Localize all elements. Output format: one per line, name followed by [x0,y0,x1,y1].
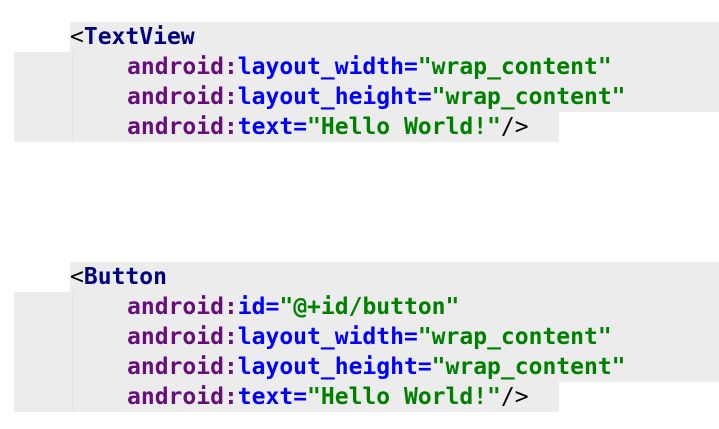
attribute-value: "wrap_content" [417,324,612,350]
attribute-colon: : [223,294,238,320]
attribute-equals: = [403,54,418,80]
attribute-value: "wrap_content" [431,354,626,380]
attribute-namespace: android [127,354,224,380]
code-line-attribute: android:layout_width="wrap_content" [127,322,612,352]
tag-open-bracket: < [70,264,84,290]
indent-guide [72,52,73,142]
attribute-colon: : [223,354,238,380]
code-line-attribute: android:text="Hello World!"/> [127,112,529,142]
attribute-equals: = [293,384,308,410]
attribute-name: layout_width [237,54,404,80]
attribute-name: layout_height [237,354,418,380]
attribute-value: "wrap_content" [417,54,612,80]
attribute-name: text [237,114,294,140]
code-line-attribute: android:layout_height="wrap_content" [127,352,626,382]
attribute-value: "@+id/button" [279,294,460,320]
attribute-equals: = [403,324,418,350]
attribute-equals: = [265,294,280,320]
tag-name: Button [83,264,167,290]
tag-name: TextView [83,24,195,50]
attribute-equals: = [417,84,432,110]
attribute-name: text [237,384,294,410]
tag-open-bracket: < [70,24,84,50]
attribute-namespace: android [127,54,224,80]
attribute-namespace: android [127,294,224,320]
code-line-tag-open: <TextView [70,22,195,52]
attribute-colon: : [223,384,238,410]
attribute-namespace: android [127,84,224,110]
attribute-namespace: android [127,384,224,410]
code-line-attribute: android:layout_width="wrap_content" [127,52,612,82]
code-line-tag-open: <Button [70,262,167,292]
attribute-colon: : [223,324,238,350]
attribute-colon: : [223,54,238,80]
attribute-value: "Hello World!" [307,384,501,410]
code-line-attribute: android:id="@+id/button" [127,292,459,322]
attribute-namespace: android [127,114,224,140]
attribute-colon: : [223,114,238,140]
tag-close: /> [500,114,529,140]
attribute-name: layout_width [237,324,404,350]
code-line-attribute: android:layout_height="wrap_content" [127,82,626,112]
attribute-equals: = [293,114,308,140]
attribute-name: layout_height [237,84,418,110]
indent-guide [72,292,73,412]
tag-close: /> [500,384,529,410]
code-line-attribute: android:text="Hello World!"/> [127,382,529,412]
attribute-name: id [237,294,266,320]
attribute-equals: = [417,354,432,380]
attribute-namespace: android [127,324,224,350]
attribute-value: "Hello World!" [307,114,501,140]
line-highlight [70,262,719,292]
attribute-value: "wrap_content" [431,84,626,110]
attribute-colon: : [223,84,238,110]
